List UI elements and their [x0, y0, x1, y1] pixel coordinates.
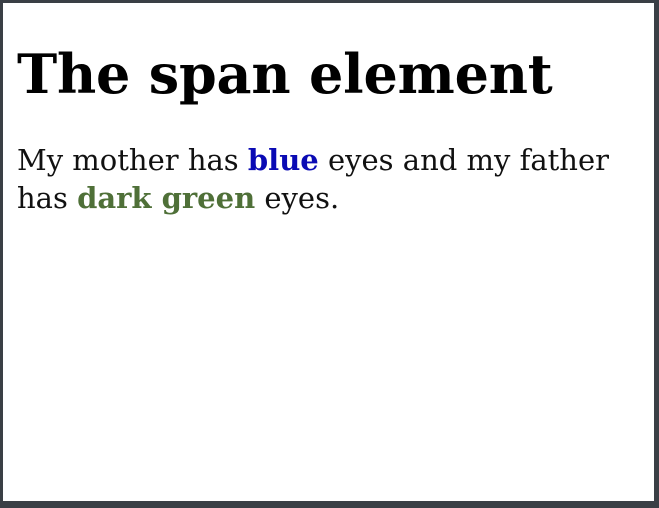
page-heading: The span element	[17, 42, 553, 106]
page-content: The span element My mother has blue eyes…	[17, 42, 636, 218]
eye-color-paragraph: My mother has blue eyes and my father ha…	[17, 142, 636, 217]
paragraph-text-1: My mother has	[17, 143, 248, 178]
paragraph-text-3: eyes.	[255, 181, 340, 216]
browser-viewport: The span element My mother has blue eyes…	[3, 3, 654, 501]
blue-span: blue	[247, 143, 319, 178]
dark-green-span: dark green	[77, 181, 256, 216]
